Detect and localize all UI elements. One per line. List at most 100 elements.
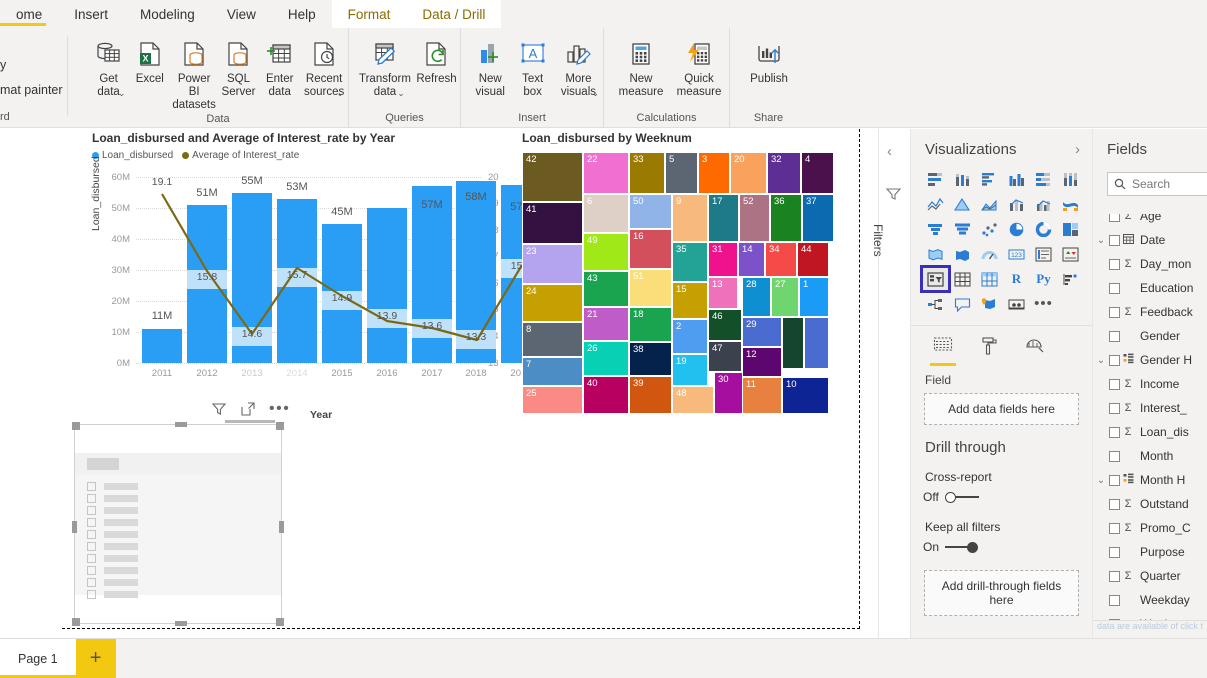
field-checkbox[interactable] (1109, 498, 1120, 510)
treemap-cell[interactable]: 35 (672, 242, 708, 282)
publish-button[interactable]: Publish (740, 33, 798, 86)
clustered-bar-chart-icon[interactable] (977, 168, 1002, 190)
ribbon-tab-help[interactable]: Help (272, 0, 332, 28)
sql-server-button[interactable]: SQL Server (218, 33, 259, 99)
cross-report-toggle[interactable]: Off (911, 484, 1092, 504)
treemap-cell[interactable]: 48 (672, 386, 714, 414)
refresh-button[interactable]: Refresh (413, 33, 460, 86)
bar-2011[interactable] (142, 329, 182, 363)
field-checkbox[interactable] (1109, 450, 1120, 462)
field-item-quarter[interactable]: Σ Quarter (1093, 564, 1207, 588)
slicer-item-skeleton[interactable] (87, 563, 138, 576)
filters-pane-collapsed[interactable]: ‹ Filters (871, 129, 910, 638)
field-item-weekday[interactable]: Weekday (1093, 588, 1207, 612)
ribbon-chart-icon[interactable] (1058, 193, 1083, 215)
field-dropzone[interactable]: Add data fields here (924, 393, 1079, 425)
field-checkbox[interactable] (1109, 214, 1120, 222)
resize-handle-n[interactable] (175, 422, 187, 427)
get-more-visuals-icon[interactable]: ••• (1031, 293, 1056, 315)
treemap-cell[interactable]: 47 (708, 341, 742, 372)
slicer-item-skeleton[interactable] (87, 575, 138, 588)
treemap-cell[interactable]: 23 (522, 244, 583, 284)
matrix-icon[interactable] (977, 268, 1002, 290)
enter-data-button[interactable]: Enter data (259, 33, 300, 99)
treemap-cell[interactable]: 43 (583, 271, 629, 307)
field-item-date[interactable]: ⌄ Date (1093, 228, 1207, 252)
slicer-item-skeleton[interactable] (87, 491, 138, 504)
checkbox-icon[interactable] (87, 566, 96, 576)
treemap-cell[interactable]: 41 (522, 202, 583, 244)
text-box-button[interactable]: A Text box (511, 33, 553, 99)
field-checkbox[interactable] (1109, 474, 1120, 486)
field-item-day-mon[interactable]: Σ Day_mon (1093, 252, 1207, 276)
field-item-age[interactable]: Σ Age (1093, 214, 1207, 228)
resize-handle-sw[interactable] (72, 618, 80, 626)
focus-mode-icon[interactable] (240, 401, 256, 417)
slicer-icon[interactable] (920, 265, 951, 293)
field-checkbox[interactable] (1109, 594, 1120, 606)
checkbox-icon[interactable] (87, 578, 96, 588)
recent-sources-button[interactable]: Recent sources ⌄ (300, 33, 348, 99)
analytics-tab-icon[interactable] (1025, 336, 1045, 364)
toggle-knob[interactable] (944, 492, 956, 503)
toggle-track[interactable] (945, 542, 979, 553)
ribbon-tab-format[interactable]: Format (331, 0, 407, 28)
pie-chart-icon[interactable] (1004, 218, 1029, 240)
fields-tab-icon[interactable] (930, 336, 956, 366)
field-checkbox[interactable] (1109, 570, 1120, 582)
checkbox-icon[interactable] (87, 494, 96, 504)
multi-row-card-icon[interactable] (1031, 243, 1056, 265)
field-checkbox[interactable] (1109, 282, 1120, 294)
treemap-cell[interactable]: 4 (801, 152, 834, 194)
field-checkbox[interactable] (1109, 306, 1120, 318)
field-item-outstand[interactable]: Σ Outstand (1093, 492, 1207, 516)
field-item-purpose[interactable]: Purpose (1093, 540, 1207, 564)
stacked-bar-chart-icon[interactable] (923, 168, 948, 190)
resize-handle-nw[interactable] (72, 422, 80, 430)
legend-item-interest-rate[interactable]: Average of Interest_rate (182, 150, 299, 161)
treemap-cell[interactable]: 14 (738, 242, 765, 277)
line-clustered-column-chart-icon[interactable] (1031, 193, 1056, 215)
more-visuals-button[interactable]: More visuals ⌄ (554, 33, 603, 99)
treemap-cell[interactable]: 12 (742, 347, 782, 377)
paginated-report-icon[interactable] (1004, 293, 1029, 315)
checkbox-icon[interactable] (87, 590, 96, 600)
treemap-cell[interactable]: 52 (739, 194, 770, 242)
field-checkbox[interactable] (1109, 258, 1120, 270)
chevron-down-icon[interactable]: ⌄ (1093, 475, 1109, 486)
field-checkbox[interactable] (1109, 402, 1120, 414)
chevron-down-icon[interactable]: ⌄ (397, 88, 405, 99)
stacked-area-chart-icon[interactable] (977, 193, 1002, 215)
slicer-placeholder-visual[interactable] (72, 422, 284, 626)
treemap-cell[interactable]: 11 (742, 377, 782, 414)
treemap-cell[interactable]: 33 (629, 152, 665, 194)
clustered-column-chart-icon[interactable] (1004, 168, 1029, 190)
slicer-item-skeleton[interactable] (87, 587, 138, 600)
chevron-down-icon[interactable]: ⌄ (1093, 355, 1109, 366)
powerbi-datasets-button[interactable]: Power BI datasets (170, 33, 217, 112)
keep-all-filters-toggle[interactable]: On (911, 534, 1092, 554)
resize-handle-ne[interactable] (276, 422, 284, 430)
treemap-cell[interactable]: 13 (708, 277, 738, 309)
treemap-cell[interactable]: 32 (767, 152, 801, 194)
slicer-item-skeleton[interactable] (87, 551, 138, 564)
treemap-cell[interactable]: 27 (771, 277, 799, 317)
field-item-income[interactable]: Σ Income (1093, 372, 1207, 396)
checkbox-icon[interactable] (87, 542, 96, 552)
treemap-cell[interactable]: 39 (629, 376, 672, 414)
field-item-education[interactable]: Education (1093, 276, 1207, 300)
treemap-cell[interactable]: 25 (522, 386, 583, 414)
legend-item-loan-disbursed[interactable]: Loan_disbursed (92, 150, 173, 161)
treemap-cell[interactable]: 51 (629, 269, 672, 307)
field-item-interest-[interactable]: Σ Interest_ (1093, 396, 1207, 420)
treemap-cell[interactable]: 36 (770, 194, 802, 242)
treemap-cell[interactable]: 2 (672, 319, 708, 354)
key-influencers-icon[interactable] (1058, 268, 1083, 290)
table-icon[interactable] (950, 268, 975, 290)
treemap-cell[interactable]: 6 (583, 194, 629, 233)
chevron-down-icon[interactable]: ⌄ (1093, 235, 1109, 246)
checkbox-icon[interactable] (87, 506, 96, 516)
decomposition-tree-icon[interactable] (923, 293, 948, 315)
new-measure-button[interactable]: New measure (612, 33, 670, 99)
treemap-cell[interactable]: 9 (672, 194, 708, 242)
